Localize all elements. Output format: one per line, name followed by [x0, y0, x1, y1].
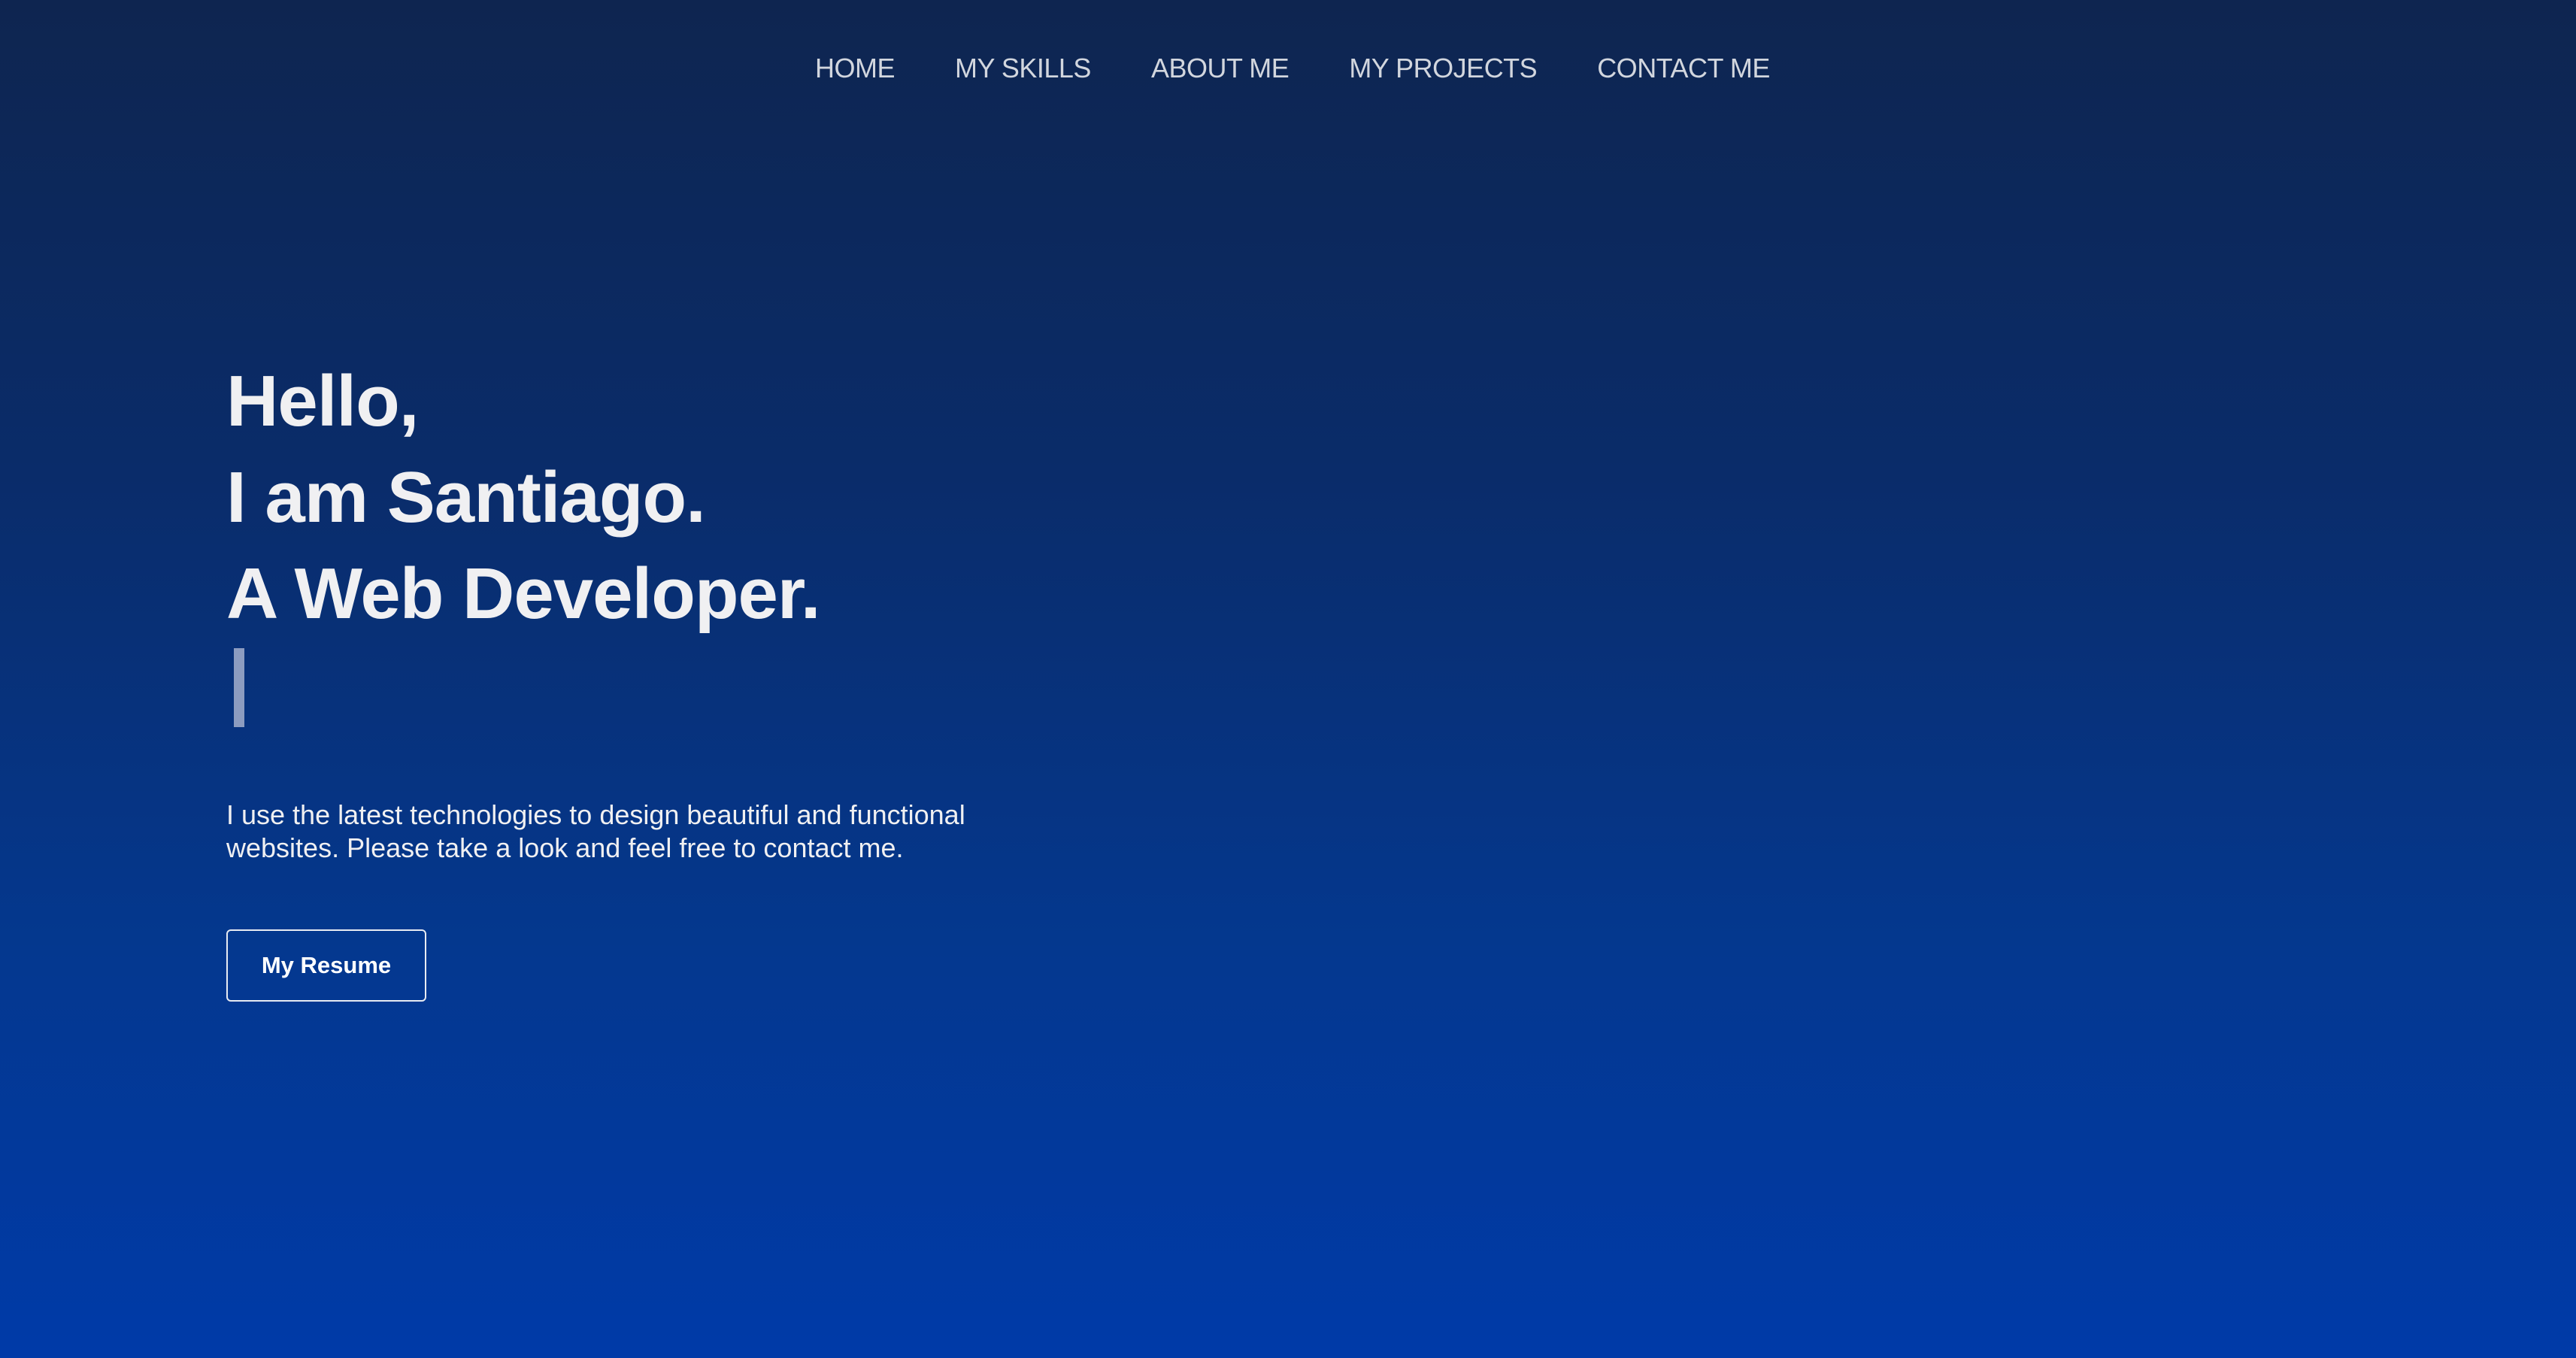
hero-line-greeting: Hello,: [226, 361, 419, 441]
nav-home[interactable]: HOME: [815, 53, 896, 84]
nav-my-projects[interactable]: MY PROJECTS: [1349, 53, 1537, 84]
hero-heading-block: Hello, I am Santiago. A Web Developer.: [226, 353, 821, 642]
hero-description: I use the latest technologies to design …: [226, 799, 965, 863]
hero-title: Hello, I am Santiago. A Web Developer.: [226, 353, 821, 642]
hero-line-role: A Web Developer.: [226, 553, 821, 634]
nav-about-me[interactable]: ABOUT ME: [1151, 53, 1290, 84]
typing-cursor: [234, 648, 244, 727]
main-nav: HOME MY SKILLS ABOUT ME MY PROJECTS CONT…: [0, 0, 2576, 139]
hero-line-name: I am Santiago.: [226, 457, 706, 538]
resume-button[interactable]: My Resume: [226, 929, 426, 1002]
nav-my-skills[interactable]: MY SKILLS: [955, 53, 1091, 84]
nav-contact-me[interactable]: CONTACT ME: [1597, 53, 1770, 84]
